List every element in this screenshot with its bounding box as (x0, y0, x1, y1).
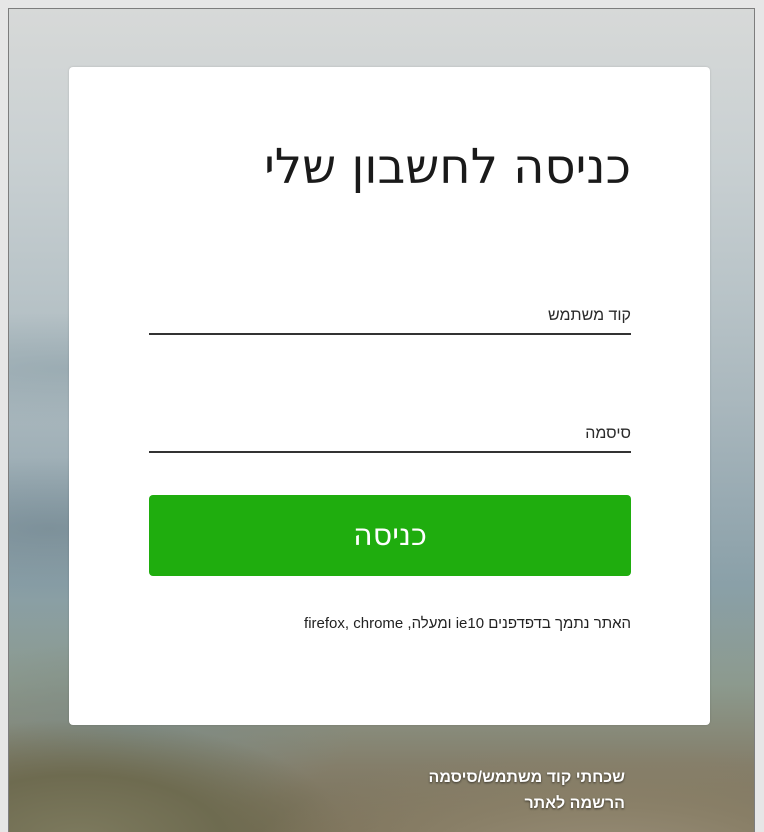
login-card: כניסה לחשבון שלי כניסה האתר נתמך בדפדפני… (69, 67, 710, 725)
login-page: כניסה לחשבון שלי כניסה האתר נתמך בדפדפני… (8, 8, 755, 832)
password-input[interactable] (149, 417, 631, 453)
register-link[interactable]: הרשמה לאתר (524, 795, 625, 813)
page-title: כניסה לחשבון שלי (264, 139, 631, 195)
username-input[interactable] (149, 299, 631, 335)
login-button[interactable]: כניסה (149, 495, 631, 576)
browser-support-note: האתר נתמך בדפדפנים ie10 ומעלה, firefox, … (304, 615, 631, 632)
forgot-credentials-link[interactable]: שכחתי קוד משתמש/סיסמה (429, 769, 625, 787)
